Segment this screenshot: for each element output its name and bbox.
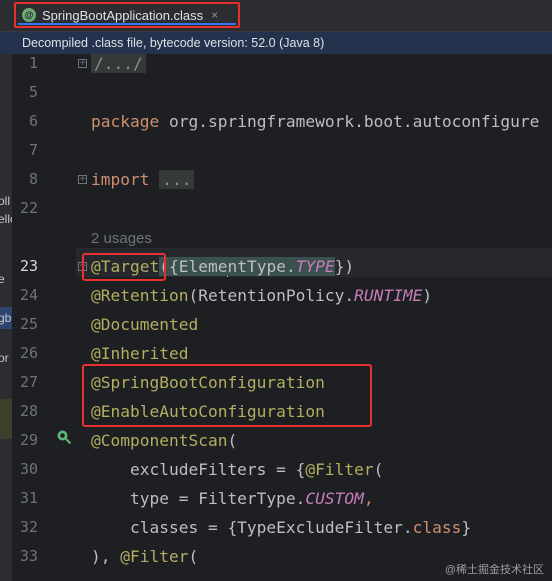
code-line: classes = {TypeExcludeFilter.class} — [91, 518, 472, 537]
close-icon[interactable]: × — [211, 8, 218, 22]
code-line-retention: @Retention(RetentionPolicy.RUNTIME) — [91, 286, 433, 305]
line-number: 31 — [19, 489, 38, 507]
code-line-componentscan: @ComponentScan( — [91, 431, 238, 450]
line-number: 6 — [28, 112, 38, 130]
keyword-package: package — [91, 112, 160, 131]
decompiled-banner: Decompiled .class file, bytecode version… — [0, 32, 552, 54]
code-line: import ... — [91, 165, 195, 194]
line-number: 7 — [28, 141, 38, 159]
line-number: 24 — [19, 286, 38, 304]
fold-expand-icon[interactable]: + — [78, 175, 87, 184]
line-number: 22 — [19, 199, 38, 217]
folded-imports[interactable]: ... — [159, 170, 195, 189]
code-line-documented: @Documented — [91, 315, 199, 334]
active-tab-underline — [18, 23, 236, 25]
line-number: 29 — [19, 431, 38, 449]
package-name: org.springframework.boot.autoconfigure — [159, 112, 540, 131]
code-line: /.../ — [91, 54, 146, 78]
line-number: 25 — [19, 315, 38, 333]
keyword-import: import — [91, 170, 150, 189]
code-line: type = FilterType.CUSTOM, — [91, 489, 374, 508]
line-number: 26 — [19, 344, 38, 362]
editor-tab-bar: @ SpringBootApplication.class × — [0, 0, 552, 32]
code-line: package org.springframework.boot.autocon… — [91, 107, 539, 136]
code-line: excludeFilters = {@Filter( — [91, 460, 384, 479]
line-number: 33 — [19, 547, 38, 565]
line-number: 28 — [19, 402, 38, 420]
line-number: 32 — [19, 518, 38, 536]
highlight-box-target — [82, 253, 166, 281]
line-number: 30 — [19, 460, 38, 478]
line-number: 8 — [28, 170, 38, 188]
line-number-current: 23 — [19, 257, 38, 275]
code-line: ), @Filter( — [91, 547, 199, 566]
spring-boot-icon: @ — [22, 8, 36, 22]
code-editor[interactable]: + + − /.../ package org.springframework.… — [76, 54, 552, 581]
usages-hint[interactable]: 2 usages — [91, 223, 152, 252]
tab-springbootapplication[interactable]: @ SpringBootApplication.class × — [14, 2, 240, 28]
folded-comment[interactable]: /.../ — [91, 54, 146, 73]
fold-expand-icon[interactable]: + — [78, 59, 87, 68]
highlight-box-auto-configuration — [82, 364, 372, 427]
project-item[interactable]: e — [0, 272, 5, 286]
line-number: 1 — [28, 54, 38, 72]
implementation-gutter-icon[interactable] — [56, 429, 72, 445]
watermark: @稀土掘金技术社区 — [444, 564, 544, 576]
line-number: 5 — [28, 83, 38, 101]
line-number-gutter: 1 5 6 7 8 22 23 24 25 26 27 28 29 30 31 … — [12, 54, 76, 581]
line-number: 27 — [19, 373, 38, 391]
tab-title: SpringBootApplication.class — [42, 7, 204, 23]
